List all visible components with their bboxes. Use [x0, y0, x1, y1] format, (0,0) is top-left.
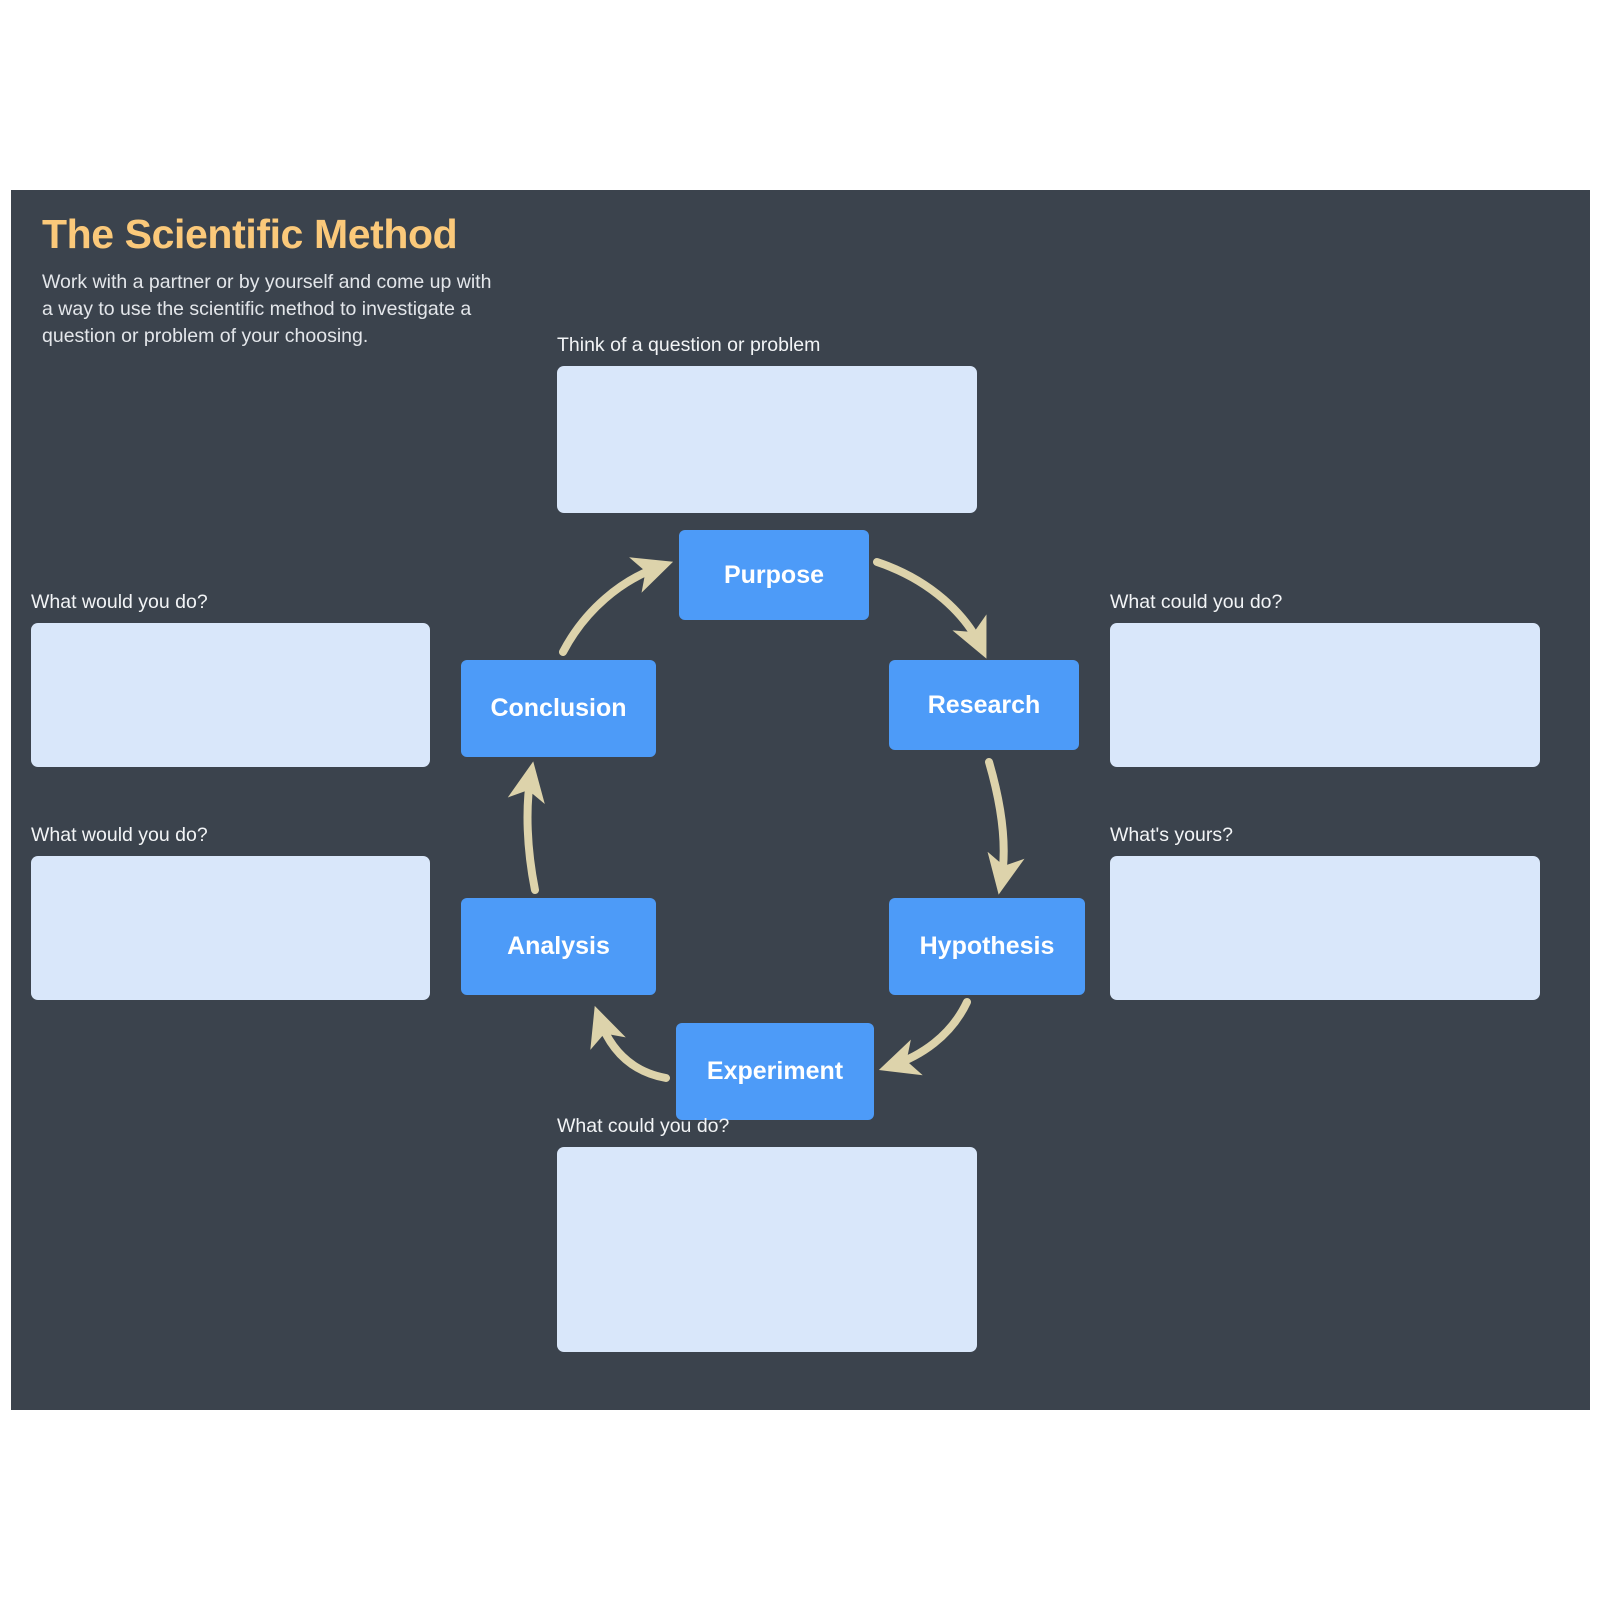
answer-input-conclusion[interactable] — [31, 623, 430, 768]
cycle-node-conclusion[interactable]: Conclusion — [461, 660, 656, 757]
page-title: The Scientific Method — [42, 211, 458, 257]
answer-input-research[interactable] — [1110, 623, 1540, 768]
cycle-node-purpose[interactable]: Purpose — [679, 530, 869, 620]
field-group-hypothesis: What's yours? — [1110, 823, 1540, 1001]
answer-input-analysis[interactable] — [31, 856, 430, 1001]
arrow-hypothesis-to-experiment — [878, 998, 971, 1076]
cycle-node-experiment[interactable]: Experiment — [676, 1023, 874, 1120]
worksheet-canvas: The Scientific Method Work with a partne… — [11, 190, 1590, 1410]
cycle-node-label: Research — [927, 690, 1041, 719]
field-group-conclusion: What would you do? — [31, 590, 430, 768]
cycle-node-label: Experiment — [706, 1057, 844, 1085]
field-label-purpose: Think of a question or problem — [557, 334, 821, 356]
arrow-analysis-to-conclusion — [507, 761, 545, 894]
field-group-purpose: Think of a question or problem — [557, 333, 977, 514]
worksheet-header: The Scientific Method Work with a partne… — [42, 211, 562, 350]
arrow-conclusion-to-purpose — [559, 557, 674, 656]
arrow-purpose-to-research — [873, 558, 987, 659]
answer-input-hypothesis[interactable] — [1110, 856, 1540, 1001]
cycle-node-research[interactable]: Research — [889, 660, 1079, 750]
answer-input-purpose[interactable] — [557, 366, 977, 514]
arrow-research-to-hypothesis — [985, 758, 1025, 895]
field-group-experiment: What could you do? — [557, 1114, 977, 1353]
field-group-research: What could you do? — [1110, 590, 1540, 768]
field-group-analysis: What would you do? — [31, 823, 430, 1001]
arrow-experiment-to-analysis — [590, 1005, 670, 1082]
cycle-node-label: Conclusion — [490, 694, 627, 722]
cycle-node-label: Purpose — [723, 560, 825, 589]
cycle-node-analysis[interactable]: Analysis — [461, 898, 656, 995]
cycle-node-label: Analysis — [507, 932, 610, 960]
field-label-analysis: What would you do? — [31, 824, 208, 846]
page-subtitle: Work with a partner or by yourself and c… — [42, 271, 492, 347]
field-label-experiment: What could you do? — [557, 1115, 730, 1137]
cycle-node-label: Hypothesis — [919, 932, 1055, 960]
field-label-research: What could you do? — [1110, 591, 1283, 613]
field-label-hypothesis: What's yours? — [1110, 824, 1233, 846]
cycle-node-hypothesis[interactable]: Hypothesis — [889, 898, 1085, 995]
answer-input-experiment[interactable] — [557, 1147, 977, 1353]
field-label-conclusion: What would you do? — [31, 591, 208, 613]
